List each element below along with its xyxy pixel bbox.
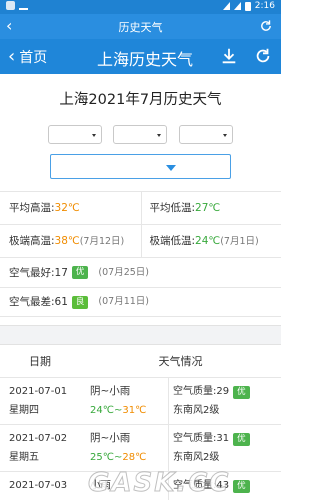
table-row: 2021-07-01 星期四 阴~小雨 24℃~31℃ 空气质量:29 优 东南风2… [0, 378, 281, 425]
row-date: 2021-07-03 [9, 480, 68, 491]
section-divider [0, 325, 281, 345]
signal-icon [233, 2, 241, 10]
row-weather: 阴~小雨 25℃~28℃ [90, 432, 147, 463]
air-quality-badge: 良 [71, 295, 89, 309]
row-date: 2021-07-01 星期四 [9, 386, 68, 416]
avg-high: 平均高温:32℃ [9, 202, 80, 214]
download-notification-icon [19, 1, 28, 10]
status-right-icons: 2:16 [222, 1, 275, 11]
avg-low: 平均低温:27℃ [140, 192, 282, 224]
status-bar: 2:16 [0, 0, 281, 14]
page-title: 上海2021年7月历史天气 [59, 92, 222, 108]
web-header: ‹ 首页 上海历史天气 [0, 39, 281, 74]
battery-icon [244, 1, 251, 11]
refresh-icon[interactable] [254, 47, 272, 65]
row-date: 2021-07-02 星期五 [9, 433, 68, 463]
city-select[interactable] [113, 125, 167, 144]
air-quality-badge: 优 [233, 433, 250, 446]
dropdown-arrow-icon [166, 165, 176, 171]
stats-row: 极端高温:38℃(7月12日) 极端低温:24℃(7月1日) [0, 224, 281, 257]
row-weather: 阴~小雨 24℃~31℃ [90, 385, 147, 416]
header-date: 日期 [29, 355, 51, 368]
app-bar-title: 历史天气 [118, 21, 163, 34]
home-label: 首页 [19, 50, 48, 66]
web-header-title: 上海历史天气 [96, 50, 193, 69]
worst-air-row: 空气最差:61 良 (07月11日) [0, 287, 281, 317]
province-select[interactable] [48, 125, 102, 144]
status-left-icons [6, 1, 28, 10]
table-header: 日期 天气情况 [0, 346, 281, 378]
stats-panel: 平均高温:32℃ 平均低温:27℃ 极端高温:38℃(7月12日) 极端低温:2… [0, 191, 281, 317]
download-icon[interactable] [220, 47, 238, 65]
air-quality-badge: 优 [233, 480, 250, 493]
app-bar: ‹ 历史天气 [0, 14, 281, 39]
stats-row: 平均高温:32℃ 平均低温:27℃ [0, 191, 281, 224]
max-high: 极端高温:38℃(7月12日) [9, 235, 125, 247]
wifi-icon [222, 2, 230, 10]
row-air: 空气质量:29 优 东南风2级 [168, 378, 281, 424]
best-air-row: 空气最好:17 优 (07月25日) [0, 257, 281, 287]
air-quality-badge: 优 [233, 386, 250, 399]
month-select[interactable] [179, 125, 233, 144]
watermark-logo: GASK.CC [87, 468, 231, 499]
date-dropdown[interactable] [50, 154, 231, 179]
header-weather: 天气情况 [158, 355, 203, 368]
status-time: 2:16 [254, 1, 275, 11]
row-air: 空气质量:31 优 东南风2级 [168, 425, 281, 471]
table-row: 2021-07-02 星期五 阴~小雨 25℃~28℃ 空气质量:31 优 东南风2… [0, 425, 281, 472]
air-quality-badge: 优 [71, 266, 89, 279]
refresh-icon[interactable] [259, 19, 273, 33]
home-link[interactable]: ‹ 首页 [8, 47, 47, 67]
min-low: 极端低温:24℃(7月1日) [140, 225, 282, 257]
app-notification-icon [6, 1, 15, 10]
chevron-left-icon: ‹ [8, 46, 16, 67]
